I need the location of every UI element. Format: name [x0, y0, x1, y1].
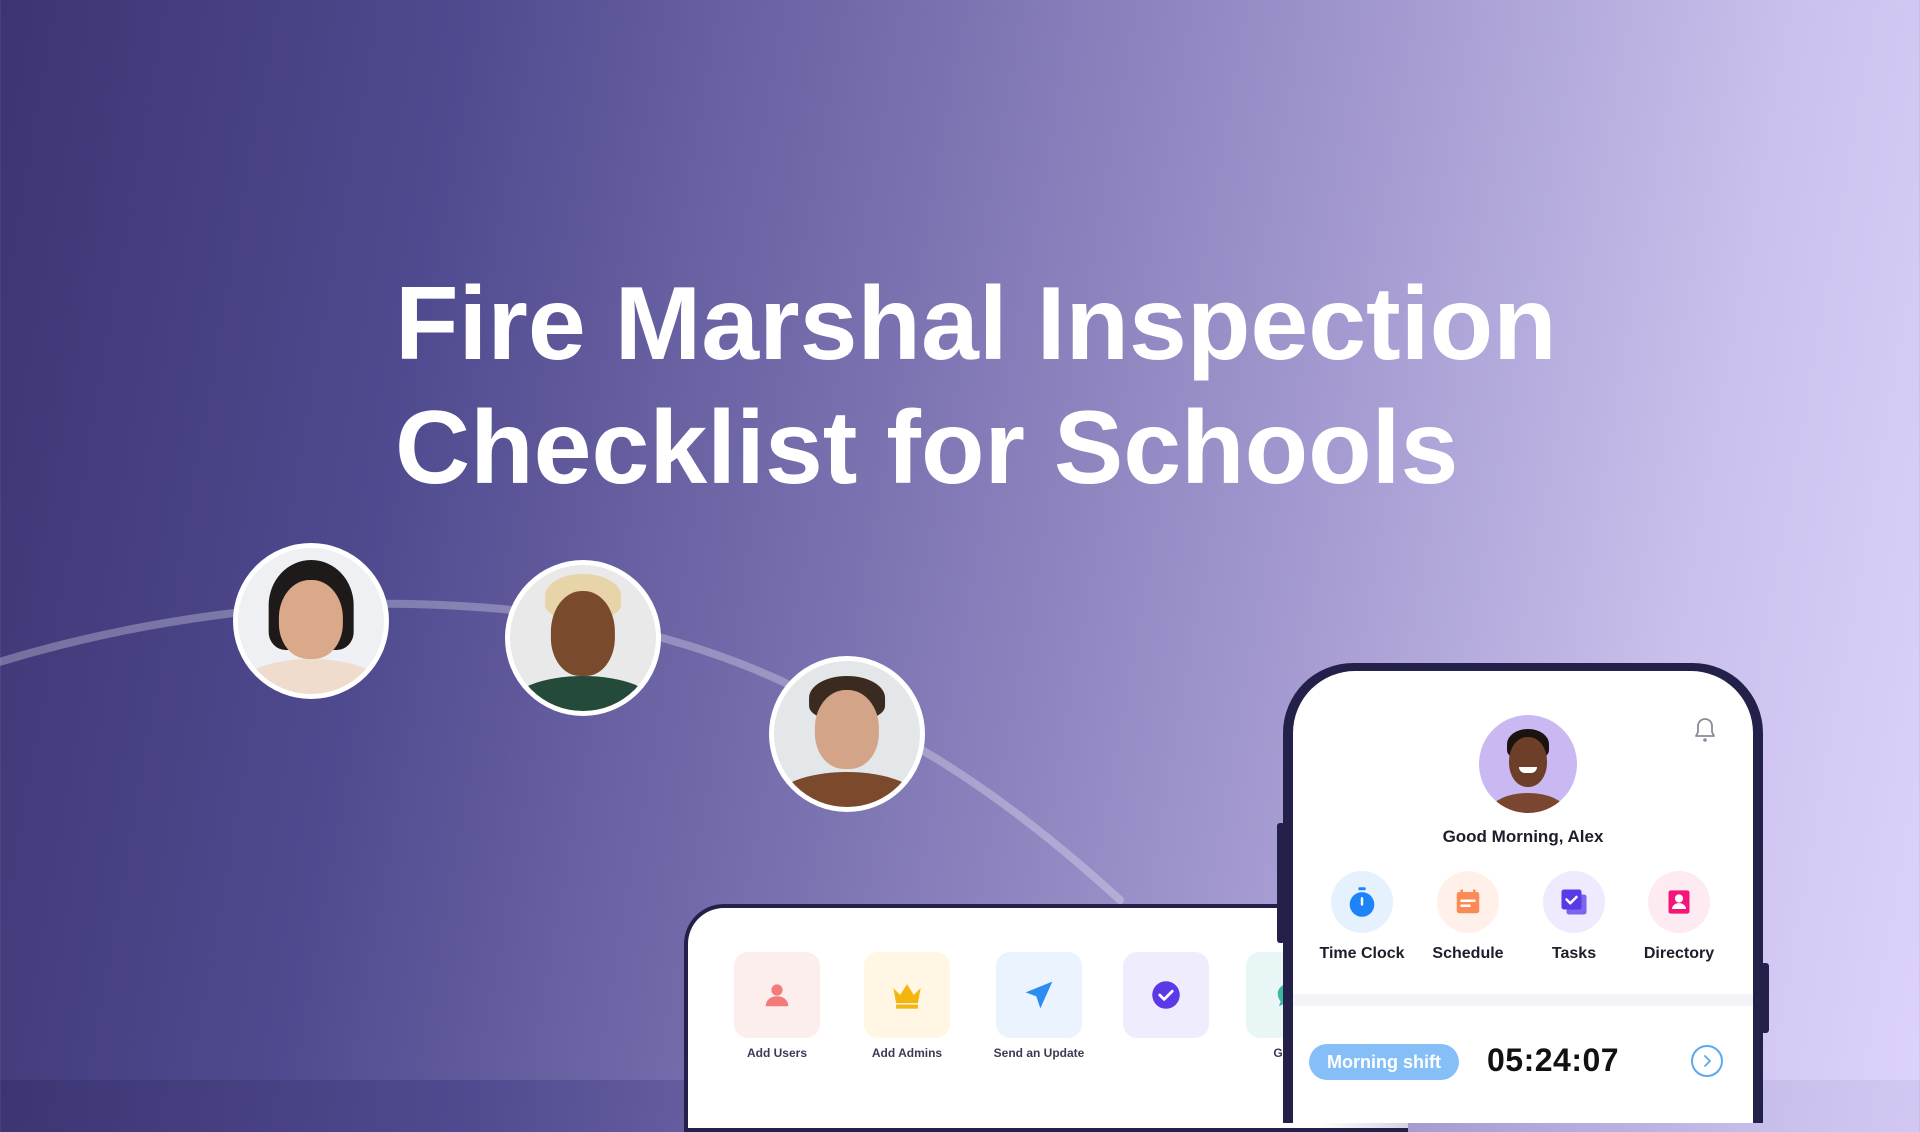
stopwatch-icon	[1349, 887, 1375, 917]
profile-avatar[interactable]	[1479, 715, 1577, 813]
user-icon	[765, 984, 789, 1007]
send-update-tile[interactable]	[996, 952, 1082, 1038]
tasks-tile[interactable]	[1123, 952, 1209, 1038]
greeting-text: Good Morning, Alex	[1442, 827, 1604, 846]
send-icon	[1025, 981, 1053, 1009]
add-users-label: Add Users	[746, 1046, 808, 1060]
phone-mockup: Good Morning, Alex Time Clock Schedule T…	[1277, 663, 1769, 1123]
add-users-tile[interactable]	[734, 952, 820, 1038]
calendar-icon	[1456, 889, 1480, 914]
phone-side-button	[1761, 963, 1769, 1033]
avatar-woman-turtleneck	[233, 543, 389, 699]
shift-badge: Morning shift	[1309, 1044, 1459, 1080]
add-admins-tile[interactable]	[864, 952, 950, 1038]
avatar-woman-blonde	[505, 560, 661, 716]
check-circle-icon	[1152, 981, 1180, 1009]
directory-action[interactable]: Directory	[1629, 871, 1729, 963]
tasks-label: Tasks	[1551, 945, 1597, 962]
phone-side-button	[1277, 823, 1285, 943]
schedule-label: Schedule	[1432, 945, 1504, 962]
avatar-man-glasses	[769, 656, 925, 812]
schedule-action[interactable]: Schedule	[1418, 871, 1518, 963]
notification-bell-icon[interactable]	[1693, 717, 1717, 748]
time-clock-label: Time Clock	[1319, 945, 1405, 962]
chevron-right-icon	[1704, 1055, 1711, 1067]
crown-icon	[893, 984, 921, 1009]
tasks-icon	[1561, 889, 1587, 915]
add-admins-label: Add Admins	[871, 1046, 943, 1060]
send-update-label: Send an Update	[993, 1046, 1085, 1060]
shift-timer: 05:24:07	[1487, 1042, 1620, 1078]
phone-screen: Good Morning, Alex Time Clock Schedule T…	[1293, 671, 1753, 1123]
directory-label: Directory	[1643, 945, 1715, 962]
shift-details-button[interactable]	[1691, 1045, 1723, 1077]
tasks-action[interactable]: Tasks	[1524, 871, 1624, 963]
time-clock-action[interactable]: Time Clock	[1312, 871, 1412, 963]
section-divider	[1293, 994, 1753, 1006]
contact-icon	[1668, 890, 1690, 914]
